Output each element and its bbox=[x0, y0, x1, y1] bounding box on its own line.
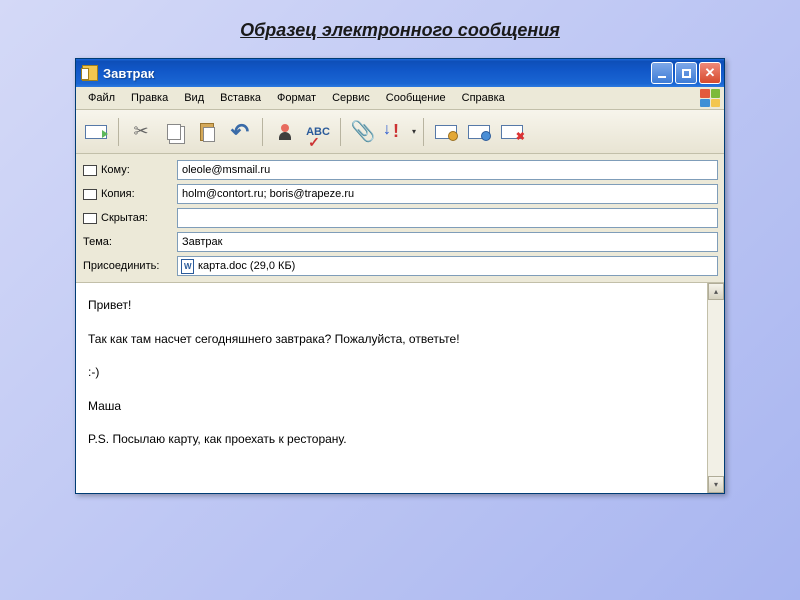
minimize-button[interactable] bbox=[651, 62, 673, 84]
bcc-field[interactable] bbox=[177, 208, 718, 228]
message-body[interactable]: Привет! Так как там насчет сегодняшнего … bbox=[76, 283, 707, 493]
menu-insert[interactable]: Вставка bbox=[212, 90, 269, 106]
bcc-label[interactable]: Скрытая: bbox=[82, 210, 177, 226]
address-book-icon bbox=[83, 189, 97, 200]
priority-button[interactable]: ! bbox=[381, 116, 411, 148]
address-book-icon bbox=[83, 165, 97, 176]
attach-button[interactable]: 📎 bbox=[348, 116, 378, 148]
sign-button[interactable] bbox=[431, 116, 461, 148]
spellcheck-button[interactable]: ABC bbox=[303, 116, 333, 148]
message-body-container: Привет! Так как там насчет сегодняшнего … bbox=[76, 283, 724, 493]
subject-label: Тема: bbox=[82, 234, 177, 250]
encrypt-button[interactable] bbox=[464, 116, 494, 148]
windows-logo-icon bbox=[700, 89, 720, 107]
menu-format[interactable]: Формат bbox=[269, 90, 324, 106]
cut-button[interactable]: ✂ bbox=[126, 116, 156, 148]
scroll-down-button[interactable]: ▾ bbox=[708, 476, 724, 493]
menu-tools[interactable]: Сервис bbox=[324, 90, 378, 106]
priority-dropdown[interactable]: ▾ bbox=[412, 127, 416, 136]
send-icon bbox=[85, 125, 107, 139]
attachment-field[interactable]: карта.doc (29,0 КБ) bbox=[177, 256, 718, 276]
paperclip-icon: 📎 bbox=[351, 119, 376, 144]
send-button[interactable] bbox=[81, 116, 111, 148]
attachment-name: карта.doc (29,0 КБ) bbox=[198, 260, 295, 272]
paste-button[interactable] bbox=[192, 116, 222, 148]
attachment-label: Присоединить: bbox=[82, 258, 177, 274]
scrollbar[interactable]: ▴ ▾ bbox=[707, 283, 724, 493]
address-book-icon bbox=[83, 213, 97, 224]
to-field[interactable] bbox=[177, 160, 718, 180]
spellcheck-icon: ABC bbox=[306, 126, 330, 138]
menu-file[interactable]: Файл bbox=[80, 90, 123, 106]
encrypt-icon bbox=[468, 125, 490, 139]
menu-edit[interactable]: Правка bbox=[123, 90, 176, 106]
subject-field[interactable] bbox=[177, 232, 718, 252]
window-title: Завтрак bbox=[103, 66, 651, 81]
sign-icon bbox=[435, 125, 457, 139]
cut-icon: ✂ bbox=[133, 121, 148, 142]
copy-button[interactable] bbox=[159, 116, 189, 148]
cc-label[interactable]: Копия: bbox=[82, 186, 177, 202]
cc-field[interactable] bbox=[177, 184, 718, 204]
maximize-button[interactable] bbox=[675, 62, 697, 84]
offline-icon bbox=[501, 125, 523, 139]
offline-button[interactable] bbox=[497, 116, 527, 148]
scroll-track[interactable] bbox=[708, 300, 724, 476]
word-doc-icon bbox=[181, 259, 194, 274]
menubar: Файл Правка Вид Вставка Формат Сервис Со… bbox=[76, 87, 724, 110]
titlebar[interactable]: Завтрак ✕ bbox=[76, 59, 724, 87]
menu-view[interactable]: Вид bbox=[176, 90, 212, 106]
scroll-up-button[interactable]: ▴ bbox=[708, 283, 724, 300]
copy-icon bbox=[167, 124, 181, 140]
undo-icon: ↶ bbox=[231, 119, 249, 145]
check-names-button[interactable] bbox=[270, 116, 300, 148]
header-fields: Кому: Копия: Скрытая: Тема: bbox=[76, 154, 724, 283]
compose-window: Завтрак ✕ Файл Правка Вид Вставка Формат… bbox=[75, 58, 725, 494]
paste-icon bbox=[200, 123, 214, 141]
undo-button[interactable]: ↶ bbox=[225, 116, 255, 148]
priority-icon: ! bbox=[393, 121, 399, 142]
slide-title: Образец электронного сообщения bbox=[0, 0, 800, 53]
menu-help[interactable]: Справка bbox=[454, 90, 513, 106]
to-label[interactable]: Кому: bbox=[82, 162, 177, 178]
close-button[interactable]: ✕ bbox=[699, 62, 721, 84]
person-icon bbox=[277, 124, 293, 140]
window-icon bbox=[82, 65, 98, 81]
menu-message[interactable]: Сообщение bbox=[378, 90, 454, 106]
toolbar: ✂ ↶ ABC 📎 ! ▾ bbox=[76, 110, 724, 154]
